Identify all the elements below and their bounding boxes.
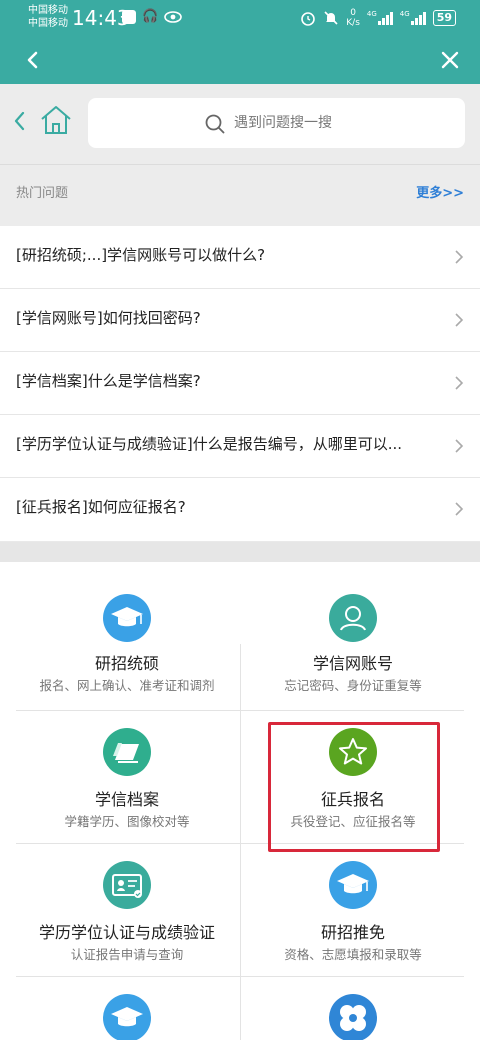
chevron-right-icon	[455, 250, 464, 264]
status-bar: 中国移动 中国移动 14:43 🎧 0 K/s 4G 4G 59	[0, 0, 480, 36]
search-section: 遇到问题搜一搜	[0, 84, 480, 164]
service-item-7[interactable]	[14, 976, 240, 1040]
service-yanzhao-tongkao[interactable]: 研招统硕 报名、网上确认、准考证和调剂	[14, 562, 240, 710]
mute-icon	[324, 11, 338, 25]
search-icon	[205, 114, 225, 134]
id-card-icon	[103, 861, 151, 909]
service-title: 学信网账号	[312, 654, 393, 673]
service-subtitle: 资格、志愿填报和录取等	[284, 947, 422, 962]
service-recommendation[interactable]: 研招推免 资格、志愿填报和录取等	[240, 843, 466, 976]
home-icon	[41, 106, 71, 134]
system-status-icons: 0 K/s 4G 4G 59	[300, 8, 456, 28]
question-item[interactable]: [学信网账号]如何找回密码?	[0, 289, 480, 352]
question-text: [学信网账号]如何找回密码?	[16, 309, 201, 327]
chevron-right-icon	[455, 376, 464, 390]
notification-icons: 🎧	[122, 10, 182, 24]
eye-icon	[164, 11, 182, 23]
service-title: 学信档案	[94, 790, 159, 809]
question-item[interactable]: [学信档案]什么是学信档案?	[0, 352, 480, 415]
signal-1-icon: 4G	[367, 11, 393, 25]
question-text: [征兵报名]如何应征报名?	[16, 498, 186, 516]
service-subtitle: 忘记密码、身份证重复等	[284, 678, 422, 693]
back-button[interactable]	[18, 44, 50, 76]
app-notification-icon	[122, 10, 136, 24]
headphones-icon: 🎧	[142, 9, 159, 24]
service-title: 学历学位认证与成绩验证	[38, 923, 215, 942]
service-subtitle: 认证报告申请与查询	[70, 947, 184, 962]
carrier-1: 中国移动	[28, 5, 68, 16]
graduation-cap-icon	[103, 594, 151, 642]
flower-icon	[329, 994, 377, 1040]
close-icon	[441, 51, 459, 69]
chevron-left-icon	[14, 111, 25, 131]
service-subtitle: 报名、网上确认、准考证和调剂	[39, 678, 215, 693]
service-title: 研招统硕	[94, 654, 159, 673]
highlight-box	[268, 722, 440, 852]
graduation-cap-icon	[103, 994, 151, 1040]
service-subtitle: 学籍学历、图像校对等	[64, 814, 190, 829]
question-item[interactable]: [学历学位认证与成绩验证]什么是报告编号，从哪里可以...	[0, 415, 480, 478]
carrier-2: 中国移动	[28, 18, 68, 29]
service-degree-verification[interactable]: 学历学位认证与成绩验证 认证报告申请与查询	[14, 843, 240, 976]
close-button[interactable]	[434, 44, 466, 76]
chevron-left-icon	[27, 51, 38, 69]
net-speed: 0 K/s	[346, 8, 360, 28]
section-divider	[0, 542, 480, 562]
question-text: [学历学位认证与成绩验证]什么是报告编号，从哪里可以...	[16, 435, 403, 453]
chevron-right-icon	[455, 502, 464, 516]
hot-questions-header: 热门问题 更多>>	[0, 164, 480, 226]
question-item[interactable]: [征兵报名]如何应征报名?	[0, 478, 480, 541]
service-title: 研招推免	[320, 923, 385, 942]
home-button[interactable]	[38, 102, 74, 138]
signal-2-icon: 4G	[400, 11, 426, 25]
question-item[interactable]: [研招统硕;...]学信网账号可以做什么?	[0, 226, 480, 289]
question-text: [学信档案]什么是学信档案?	[16, 372, 201, 390]
service-item-8[interactable]	[240, 976, 466, 1040]
service-xuexin-account[interactable]: 学信网账号 忘记密码、身份证重复等	[240, 562, 466, 710]
chevron-right-icon	[455, 313, 464, 327]
hot-questions-title: 热门问题	[16, 186, 69, 201]
documents-icon	[103, 728, 151, 776]
user-icon	[329, 594, 377, 642]
title-bar	[0, 36, 480, 84]
chevron-right-icon	[455, 439, 464, 453]
alarm-icon	[301, 12, 316, 26]
service-xuexin-archive[interactable]: 学信档案 学籍学历、图像校对等	[14, 710, 240, 843]
battery-indicator: 59	[432, 10, 456, 26]
search-input[interactable]: 遇到问题搜一搜	[88, 98, 465, 148]
carrier-labels: 中国移动 中国移动	[28, 4, 68, 30]
search-placeholder: 遇到问题搜一搜	[234, 115, 332, 131]
more-link[interactable]: 更多>>	[416, 182, 464, 201]
question-list: [研招统硕;...]学信网账号可以做什么? [学信网账号]如何找回密码? [学信…	[0, 226, 480, 541]
clock: 14:43	[72, 6, 130, 30]
graduation-cap-icon	[329, 861, 377, 909]
question-text: [研招统硕;...]学信网账号可以做什么?	[16, 246, 266, 264]
search-back-button[interactable]	[10, 108, 28, 134]
